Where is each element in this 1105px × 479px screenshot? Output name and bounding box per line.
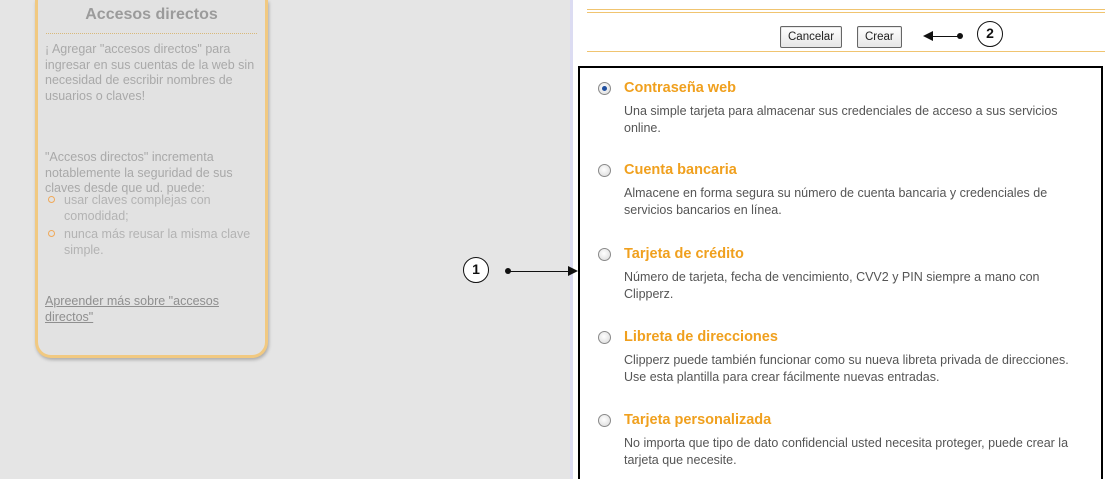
annotation-arrow-line bbox=[510, 271, 569, 272]
template-title[interactable]: Cuenta bancaria bbox=[624, 162, 737, 178]
list-item: usar claves complejas con comodidad; bbox=[45, 192, 267, 224]
circle-bullet-icon bbox=[48, 230, 55, 237]
shortcuts-security-text: "Accesos directos" incrementa notablemen… bbox=[45, 150, 233, 195]
cancel-button[interactable]: Cancelar bbox=[780, 26, 843, 48]
annotation-dot bbox=[957, 33, 963, 39]
shortcuts-info-box: Accesos directos ¡ Agregar "accesos dire… bbox=[35, 0, 268, 358]
shortcuts-title: Accesos directos bbox=[85, 6, 218, 23]
create-button[interactable]: Crear bbox=[857, 26, 902, 48]
radio-button[interactable] bbox=[598, 331, 611, 344]
circle-bullet-icon bbox=[48, 196, 55, 203]
radio-button[interactable] bbox=[598, 82, 611, 95]
list-item-text: usar claves complejas con comodidad; bbox=[64, 193, 211, 223]
title-divider bbox=[46, 33, 257, 34]
template-title[interactable]: Contraseña web bbox=[624, 80, 736, 96]
template-description: Una simple tarjeta para almacenar sus cr… bbox=[624, 104, 1058, 135]
panel-separator bbox=[570, 0, 573, 479]
callout-number-1: 1 bbox=[463, 257, 489, 283]
learn-more-link[interactable]: Apreender más sobre "accesos directos" bbox=[45, 293, 267, 325]
template-title[interactable]: Tarjeta de crédito bbox=[624, 246, 744, 262]
template-description: Almacene en forma segura su número de cu… bbox=[624, 186, 1048, 217]
shortcuts-intro-text: ¡ Agregar "accesos directos" para ingres… bbox=[45, 42, 255, 103]
template-description: Clipperz puede también funcionar como su… bbox=[624, 353, 1069, 384]
toolbar-top-rule bbox=[587, 12, 1105, 13]
shortcuts-benefits-list: usar claves complejas con comodidad; nun… bbox=[45, 192, 267, 260]
toolbar-bottom-rule bbox=[587, 51, 1105, 52]
callout-number-2: 2 bbox=[977, 21, 1003, 47]
arrow-right-icon bbox=[568, 266, 578, 276]
radio-button[interactable] bbox=[598, 248, 611, 261]
radio-button[interactable] bbox=[598, 164, 611, 177]
list-item: nunca más reusar la misma clave simple. bbox=[45, 226, 267, 258]
list-item-text: nunca más reusar la misma clave simple. bbox=[64, 227, 251, 257]
annotation-arrow-line bbox=[927, 36, 960, 37]
radio-button[interactable] bbox=[598, 414, 611, 427]
template-title[interactable]: Tarjeta personalizada bbox=[624, 412, 771, 428]
template-title[interactable]: Libreta de direcciones bbox=[624, 329, 778, 345]
template-description: No importa que tipo de dato confidencial… bbox=[624, 436, 1069, 467]
toolbar-top-rule bbox=[587, 9, 1105, 10]
template-description: Número de tarjeta, fecha de vencimiento,… bbox=[624, 270, 1040, 301]
